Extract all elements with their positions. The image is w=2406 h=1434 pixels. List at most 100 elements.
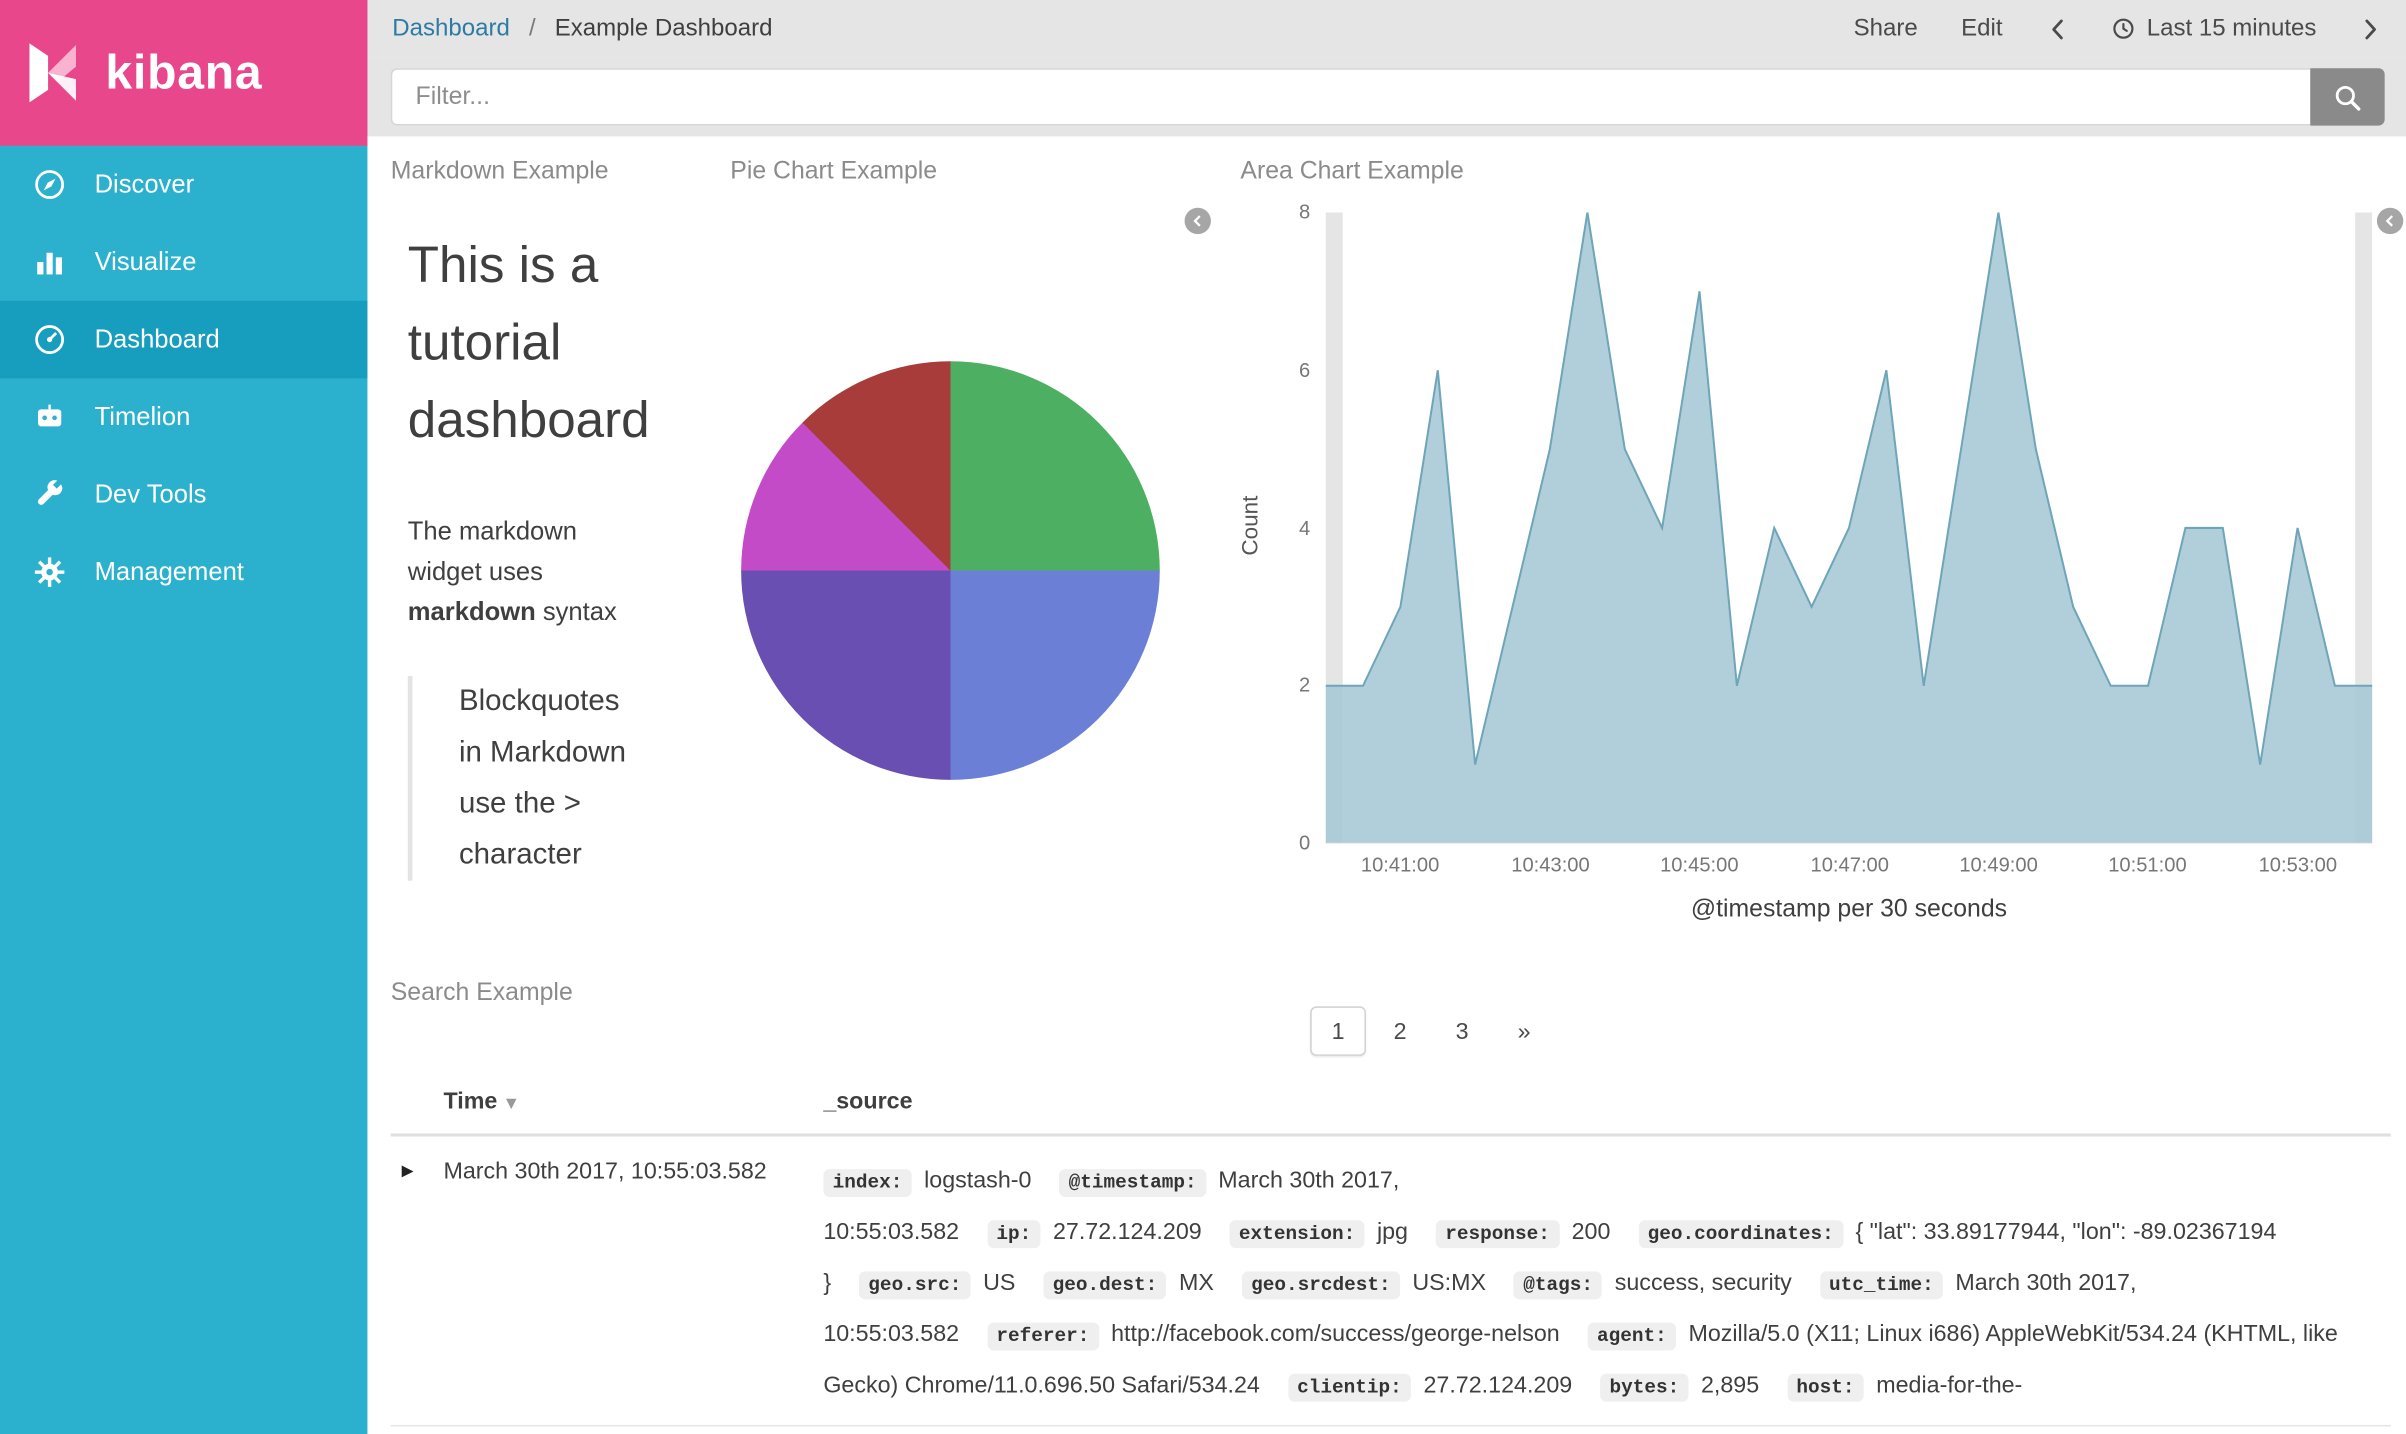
field-key: @tags: — [1513, 1271, 1603, 1300]
area-chart-plot[interactable] — [1325, 212, 2373, 844]
field-value: 27.72.124.209 — [1423, 1372, 1573, 1399]
kibana-logo-icon — [29, 43, 76, 103]
time-range-label: Last 15 minutes — [2146, 14, 2317, 42]
share-button[interactable]: Share — [1854, 15, 1918, 43]
y-tick-label: 8 — [1298, 200, 1311, 224]
sidebar-item-label: Management — [94, 557, 244, 586]
search-panel-title: Search Example — [390, 979, 573, 1007]
top-actions: Share Edit Last 15 minutes — [1854, 15, 2382, 43]
field-key: agent: — [1587, 1322, 1677, 1351]
page-3-button[interactable]: 3 — [1434, 1006, 1490, 1056]
field-key: bytes: — [1600, 1373, 1689, 1402]
field-key: response: — [1435, 1220, 1560, 1249]
row-time: March 30th 2017, 10:55:03.582 — [443, 1158, 767, 1185]
area-panel-title: Area Chart Example — [1240, 158, 1464, 185]
y-tick-label: 0 — [1298, 831, 1311, 855]
gear-icon — [34, 557, 65, 587]
pagination: 1 2 3» — [1310, 1006, 1552, 1056]
time-column-header[interactable]: Time ▾ — [443, 1088, 823, 1114]
field-key: geo.coordinates: — [1638, 1220, 1844, 1249]
field-value: 200 — [1571, 1218, 1611, 1246]
kibana-logo-text: kibana — [105, 44, 263, 100]
breadcrumb-separator: / — [528, 14, 536, 42]
sort-caret-icon: ▾ — [506, 1090, 516, 1113]
x-tick-label: 10:51:00 — [2108, 852, 2187, 877]
field-value: success, security — [1614, 1269, 1792, 1297]
y-tick-label: 2 — [1298, 672, 1311, 697]
expand-row-button[interactable]: ▶ — [391, 1157, 444, 1405]
robot-icon — [37, 404, 62, 427]
field-key: clientip: — [1287, 1373, 1412, 1402]
sidebar-item-timelion[interactable]: Timelion — [0, 378, 367, 456]
area-collapse-button[interactable] — [2376, 207, 2404, 235]
field-value: 27.72.124.209 — [1052, 1218, 1202, 1246]
search-button[interactable] — [2310, 68, 2385, 126]
breadcrumb-dashboard-link[interactable]: Dashboard — [392, 15, 510, 41]
field-key: extension: — [1229, 1220, 1365, 1249]
markdown-panel-title: Markdown Example — [390, 158, 609, 185]
sidebar-item-visualize[interactable]: Visualize — [0, 223, 367, 301]
x-tick-label: 10:43:00 — [1511, 852, 1590, 877]
sidebar-item-label: Dev Tools — [94, 479, 207, 508]
table-header: Time ▾ _source — [390, 1068, 2391, 1137]
field-key: utc_time: — [1819, 1271, 1944, 1300]
sidebar-item-dashboard[interactable]: Dashboard — [0, 300, 368, 379]
sidebar-item-label: Visualize — [94, 247, 197, 276]
page-title: Example Dashboard — [554, 14, 773, 42]
edit-button[interactable]: Edit — [1961, 15, 2002, 43]
field-key: geo.src: — [859, 1271, 971, 1300]
kibana-app: kibana Discover Visualize Dashboard Timelio… — [0, 0, 2406, 1434]
table-row[interactable]: ▶ March 30th 2017, 10:55:03.582 index: logs… — [390, 1137, 2391, 1427]
sidebar-item-label: Timelion — [94, 402, 191, 431]
field-value: US — [983, 1269, 1016, 1297]
y-tick-label: 6 — [1298, 358, 1311, 382]
collapse-chevron-icon — [2385, 215, 2393, 227]
wrench-icon — [37, 480, 63, 505]
sidebar-item-management[interactable]: Management — [0, 533, 367, 611]
pie-collapse-button[interactable] — [1184, 207, 1211, 235]
field-key: index: — [823, 1169, 912, 1197]
x-tick-label: 10:49:00 — [1959, 852, 2038, 877]
page-2-button[interactable]: 2 — [1372, 1006, 1428, 1056]
page-1-button[interactable]: 1 — [1310, 1006, 1366, 1056]
field-key: geo.srcdest: — [1241, 1271, 1400, 1300]
filter-input[interactable] — [390, 68, 2311, 126]
field-key: @timestamp: — [1059, 1169, 1206, 1197]
next-page-button[interactable]: » — [1496, 1006, 1552, 1056]
timepicker-button[interactable]: Last 15 minutes — [2111, 15, 2316, 43]
field-key: referer: — [987, 1322, 1099, 1351]
sidebar: kibana Discover Visualize Dashboard Timelio… — [0, 0, 368, 1434]
field-value: http://facebook.com/success/george-nelso… — [1111, 1321, 1560, 1348]
clock-icon — [2112, 18, 2133, 39]
y-tick-label: 4 — [1298, 516, 1311, 540]
chevron-right-icon — [2365, 18, 2376, 39]
chevron-left-icon — [2051, 18, 2063, 39]
x-tick-label: 10:53:00 — [2258, 852, 2338, 877]
markdown-paragraph: The markdown widget uses markdown syntax — [407, 517, 617, 627]
kibana-logo[interactable]: kibana — [0, 0, 368, 146]
breadcrumb: Dashboard / Example Dashboard — [392, 15, 772, 43]
sidebar-item-dev-tools[interactable]: Dev Tools — [0, 456, 367, 534]
x-tick-label: 10:47:00 — [1810, 852, 1889, 877]
table-body: ▶ March 30th 2017, 10:55:03.582 index: logs… — [390, 1137, 2391, 1434]
x-tick-label: 10:45:00 — [1660, 852, 1739, 877]
field-value: US:MX — [1412, 1269, 1487, 1297]
field-value: jpg — [1376, 1218, 1408, 1246]
x-axis-label: @timestamp per 30 seconds — [1690, 896, 2008, 923]
dashboard-content: Markdown Example Pie Chart Example Area … — [367, 136, 2406, 1434]
sidebar-item-discover[interactable]: Discover — [0, 146, 367, 224]
gauge-icon — [35, 325, 65, 354]
source-column-header: _source — [823, 1087, 913, 1115]
field-key: ip: — [987, 1220, 1041, 1249]
collapse-chevron-icon — [1193, 215, 1201, 227]
x-tick-label: 10:41:00 — [1360, 852, 1440, 877]
sidebar-nav: Discover Visualize Dashboard Timelion Dev To… — [0, 146, 368, 611]
pie-chart[interactable] — [741, 361, 1160, 780]
field-value: logstash-0 — [924, 1167, 1032, 1194]
table-row[interactable]: ▶March 30th 2017, 10:55:01.480index:logs… — [391, 1426, 2391, 1434]
time-forward-button[interactable] — [2360, 15, 2382, 43]
time-back-button[interactable] — [2046, 15, 2068, 43]
area-chart-svg — [1325, 212, 2373, 844]
field-key: host: — [1787, 1373, 1864, 1402]
markdown-heading: This is a tutorial dashboard — [407, 235, 650, 449]
